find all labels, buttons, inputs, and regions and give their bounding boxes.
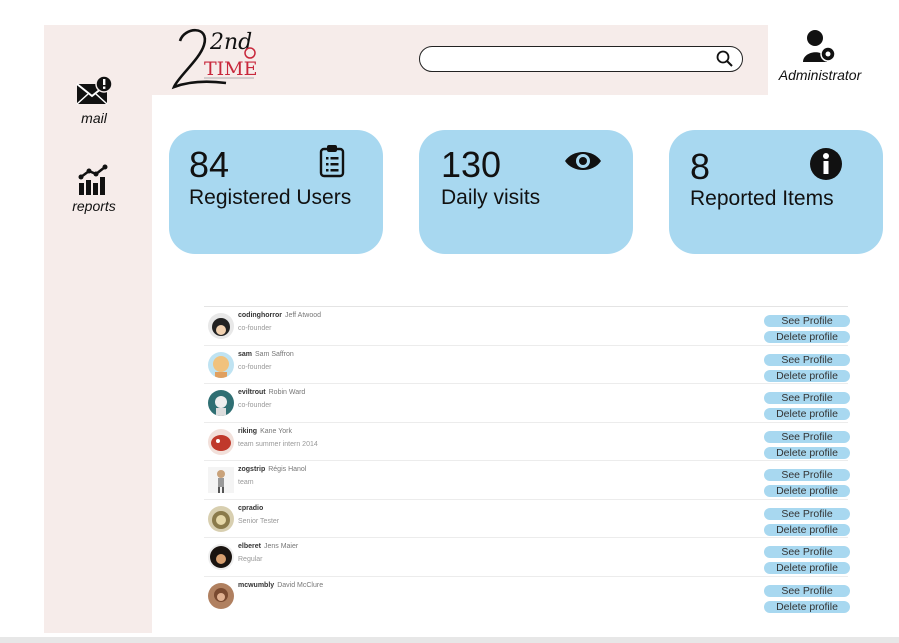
avatar: [208, 313, 234, 339]
admin-label: Administrator: [778, 67, 862, 83]
search-icon[interactable]: [716, 50, 734, 68]
stat-card-visits[interactable]: 130 Daily visits: [419, 130, 633, 254]
avatar: [208, 582, 234, 609]
user-role: co-founder: [238, 325, 272, 332]
list-item: mcwumbly David McClure See Profile Delete…: [204, 575, 850, 615]
stat-value: 8: [690, 146, 711, 187]
delete-profile-button[interactable]: Delete profile: [764, 523, 850, 536]
stat-label: Reported Items: [690, 187, 834, 210]
list-item: sam Sam Saffron co-founder See Profile De…: [204, 344, 850, 384]
user-line: zogstrip Régis Hanol: [238, 466, 306, 473]
user-line: codinghorror Jeff Atwood: [238, 312, 321, 319]
see-profile-button[interactable]: See Profile: [764, 315, 850, 327]
user-list: codinghorror Jeff Atwood co-founder See P…: [204, 306, 850, 615]
delete-profile-button[interactable]: Delete profile: [764, 446, 850, 459]
username[interactable]: elberet: [238, 543, 261, 550]
user-role: team: [238, 479, 254, 486]
see-profile-button[interactable]: See Profile: [764, 584, 850, 597]
user-line: riking Kane York: [238, 428, 292, 435]
see-profile-button[interactable]: See Profile: [764, 546, 850, 558]
avatar: [208, 544, 234, 570]
real-name: Jens Maier: [263, 543, 299, 550]
app-logo[interactable]: 2nd TIME: [170, 25, 262, 93]
delete-profile-button[interactable]: Delete profile: [764, 408, 850, 420]
user-line: mcwumbly David McClure: [238, 582, 323, 589]
user-gear-icon: [803, 30, 836, 62]
avatar: [208, 505, 234, 532]
see-profile-button[interactable]: See Profile: [764, 353, 850, 366]
delete-profile-button[interactable]: Delete profile: [764, 485, 850, 497]
avatar: [208, 351, 234, 378]
logo-text-bottom: TIME: [204, 58, 258, 80]
list-item: codinghorror Jeff Atwood co-founder See P…: [204, 306, 850, 345]
clipboard-icon: [319, 145, 345, 178]
user-line: eviltrout Robin Ward: [238, 389, 305, 396]
delete-profile-button[interactable]: Delete profile: [764, 369, 850, 382]
admin-profile[interactable]: Administrator: [770, 28, 870, 83]
sidebar-item-label: mail: [81, 110, 107, 126]
user-role: co-founder: [238, 402, 272, 409]
sidebar-item-label: reports: [72, 198, 116, 214]
sidebar-item-mail[interactable]: mail: [58, 76, 130, 126]
username[interactable]: zogstrip: [238, 466, 265, 473]
search-input[interactable]: [430, 50, 714, 70]
username[interactable]: mcwumbly: [238, 582, 274, 589]
real-name: Kane York: [260, 427, 292, 435]
stat-label: Registered Users: [189, 186, 352, 209]
username[interactable]: eviltrout: [238, 389, 266, 396]
list-item: zogstrip Régis Hanol team See Profile Del…: [204, 460, 850, 499]
list-item: cpradio Senior Tester See Profile Delete…: [204, 498, 850, 538]
user-role: Senior Tester: [238, 517, 280, 525]
stat-value: 84: [189, 144, 230, 185]
real-name: Sam Saffron: [255, 350, 294, 358]
avatar: [208, 390, 234, 416]
real-name: David McClure: [277, 581, 324, 589]
real-name: Robin Ward: [268, 389, 306, 396]
info-icon: [810, 148, 842, 180]
delete-profile-button[interactable]: Delete profile: [764, 600, 850, 613]
see-profile-button[interactable]: See Profile: [764, 392, 850, 404]
real-name: Régis Hanol: [268, 466, 307, 473]
bar-chart-icon: [78, 164, 108, 195]
user-line: elberet Jens Maier: [238, 543, 298, 550]
list-item: eviltrout Robin Ward co-founder See Profi…: [204, 383, 850, 422]
user-role: co-founder: [238, 363, 272, 371]
search-bar[interactable]: [419, 46, 743, 72]
avatar: [208, 428, 234, 455]
username[interactable]: codinghorror: [238, 312, 282, 319]
avatar: [208, 467, 234, 493]
bottom-divider: [0, 637, 899, 643]
mail-alert-icon: [76, 76, 113, 105]
user-role: Regular: [238, 556, 263, 563]
delete-profile-button[interactable]: Delete profile: [764, 331, 850, 343]
user-line: cpradio: [238, 505, 266, 512]
username[interactable]: riking: [238, 428, 257, 435]
see-profile-button[interactable]: See Profile: [764, 507, 850, 520]
stat-card-reported[interactable]: 8 Reported Items: [669, 130, 883, 254]
sidebar-item-reports[interactable]: reports: [58, 164, 130, 214]
list-item: elberet Jens Maier Regular See Profile De…: [204, 537, 850, 576]
delete-profile-button[interactable]: Delete profile: [764, 562, 850, 574]
stat-value: 130: [441, 144, 502, 185]
list-item: riking Kane York team summer intern 2014 …: [204, 421, 850, 461]
username[interactable]: cpradio: [238, 505, 263, 512]
stat-label: Daily visits: [441, 186, 541, 209]
user-line: sam Sam Saffron: [238, 351, 294, 358]
user-role: team summer intern 2014: [238, 440, 318, 448]
see-profile-button[interactable]: See Profile: [764, 469, 850, 481]
username[interactable]: sam: [238, 351, 252, 358]
eye-icon: [565, 152, 601, 170]
see-profile-button[interactable]: See Profile: [764, 430, 850, 443]
stat-card-users[interactable]: 84 Registered Users: [169, 130, 383, 254]
real-name: Jeff Atwood: [284, 312, 322, 319]
